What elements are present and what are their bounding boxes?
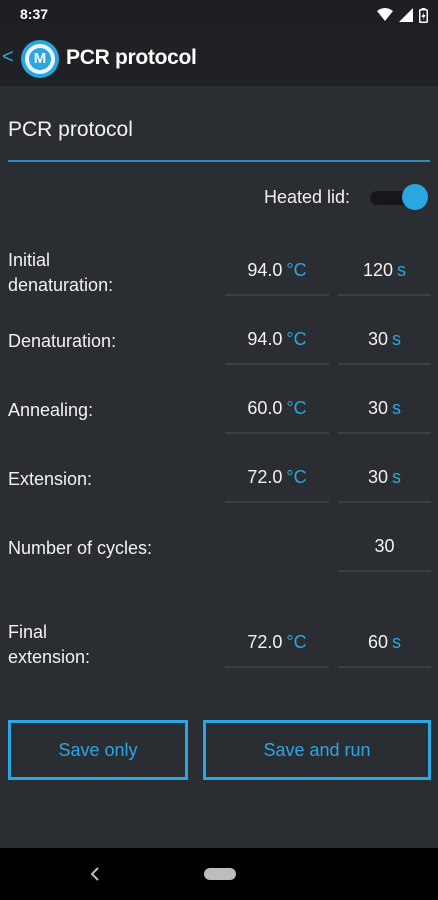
- final-extension-time-value: 60: [367, 631, 389, 652]
- initial-denaturation-label: Initial denaturation:: [8, 248, 113, 298]
- final-extension-temp-value: 72.0: [247, 631, 283, 652]
- initial-denaturation-time-field[interactable]: 120 s: [338, 246, 431, 296]
- cycles-value: 30: [374, 535, 395, 556]
- denaturation-temp-value: 94.0: [247, 328, 283, 349]
- status-icons: [377, 5, 428, 25]
- nav-back-icon[interactable]: [90, 867, 100, 881]
- app-logo-ring: M: [25, 44, 55, 74]
- wifi-icon: [377, 8, 393, 21]
- cycles-field[interactable]: 30: [338, 522, 431, 572]
- annealing-temp-field[interactable]: 60.0 °C: [225, 384, 329, 434]
- initial-denaturation-time-unit: s: [397, 259, 407, 280]
- final-extension-time-unit: s: [392, 631, 402, 652]
- save-only-button[interactable]: Save only: [8, 720, 188, 780]
- app-bar: < M PCR protocol: [0, 30, 438, 86]
- initial-denaturation-temp-field[interactable]: 94.0 °C: [225, 246, 329, 296]
- final-extension-label: Final extension:: [8, 620, 90, 670]
- denaturation-temp-field[interactable]: 94.0 °C: [225, 315, 329, 365]
- protocol-name-field[interactable]: [8, 110, 430, 162]
- extension-temp-unit: °C: [286, 466, 307, 487]
- extension-temp-field[interactable]: 72.0 °C: [225, 453, 329, 503]
- signal-icon: [399, 8, 413, 22]
- initial-denaturation-time-value: 120: [362, 259, 394, 280]
- app-logo: M: [21, 40, 59, 78]
- initial-denaturation-label-line1: Initial: [8, 250, 51, 270]
- denaturation-label: Denaturation:: [8, 331, 117, 351]
- final-extension-label-line1: Final: [8, 622, 48, 642]
- annealing-time-value: 30: [367, 397, 389, 418]
- app-logo-letter: M: [29, 48, 51, 70]
- toggle-thumb[interactable]: [402, 184, 428, 210]
- status-time: 8:37: [20, 6, 49, 22]
- final-extension-temp-unit: °C: [286, 631, 307, 652]
- heated-lid-row: Heated lid:: [0, 180, 438, 214]
- initial-denaturation-temp-unit: °C: [286, 259, 307, 280]
- system-nav-bar: [0, 848, 438, 900]
- initial-denaturation-temp-value: 94.0: [247, 259, 283, 280]
- annealing-time-unit: s: [392, 397, 402, 418]
- annealing-time-field[interactable]: 30 s: [338, 384, 431, 434]
- annealing-label: Annealing:: [8, 400, 94, 420]
- extension-temp-value: 72.0: [247, 466, 283, 487]
- initial-denaturation-label-line2: denaturation:: [8, 275, 114, 295]
- extension-time-unit: s: [392, 466, 402, 487]
- extension-label: Extension:: [8, 469, 93, 489]
- save-and-run-button[interactable]: Save and run: [203, 720, 431, 780]
- nav-home-pill[interactable]: [204, 868, 236, 880]
- annealing-temp-value: 60.0: [247, 397, 283, 418]
- final-extension-temp-field[interactable]: 72.0 °C: [225, 618, 329, 668]
- cycles-label: Number of cycles:: [8, 538, 153, 558]
- status-bar: 8:37: [0, 0, 438, 30]
- extension-time-value: 30: [367, 466, 389, 487]
- denaturation-time-field[interactable]: 30 s: [338, 315, 431, 365]
- denaturation-temp-unit: °C: [286, 328, 307, 349]
- back-arrow-icon[interactable]: <: [2, 46, 16, 70]
- annealing-temp-unit: °C: [286, 397, 307, 418]
- extension-time-field[interactable]: 30 s: [338, 453, 431, 503]
- page-title: PCR protocol: [66, 46, 197, 69]
- protocol-name-input[interactable]: [8, 110, 430, 142]
- denaturation-time-value: 30: [367, 328, 389, 349]
- heated-lid-toggle[interactable]: [367, 184, 429, 210]
- battery-icon: [419, 7, 428, 23]
- final-extension-label-line2: extension:: [8, 647, 91, 667]
- denaturation-time-unit: s: [392, 328, 402, 349]
- heated-lid-label: Heated lid:: [264, 187, 351, 207]
- final-extension-time-field[interactable]: 60 s: [338, 618, 431, 668]
